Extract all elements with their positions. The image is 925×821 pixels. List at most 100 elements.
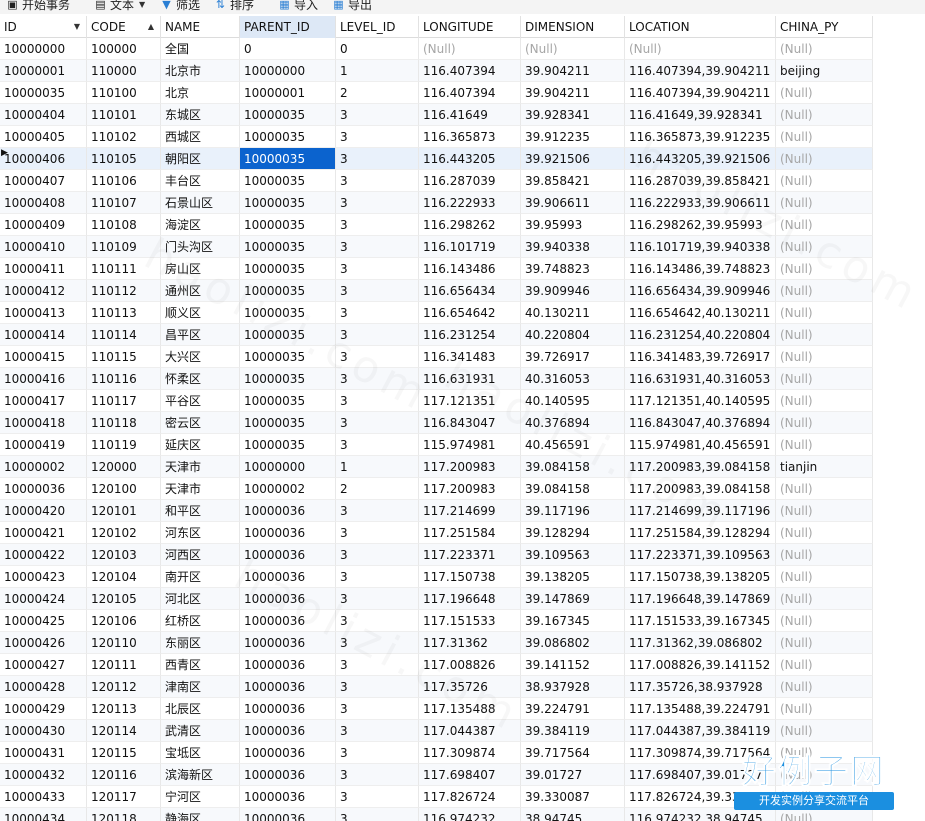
table-cell-dimension[interactable]: 39.912235 [521, 126, 625, 148]
table-cell-dimension[interactable]: 39.141152 [521, 654, 625, 676]
table-cell-longitude[interactable]: 117.151533 [419, 610, 521, 632]
table-cell-id[interactable]: 10000411 [0, 258, 87, 280]
table-cell-code[interactable]: 110113 [87, 302, 161, 324]
table-cell-longitude[interactable]: 117.223371 [419, 544, 521, 566]
table-cell-id[interactable]: 10000035 [0, 82, 87, 104]
table-cell-code[interactable]: 110102 [87, 126, 161, 148]
table-cell-dimension[interactable]: 39.906611 [521, 192, 625, 214]
table-cell-china-py[interactable]: (Null) [776, 390, 873, 412]
table-cell-name[interactable]: 通州区 [161, 280, 240, 302]
table-cell-dimension[interactable]: 39.224791 [521, 698, 625, 720]
table-row[interactable]: 10000416 110116 怀柔区 10000035 3 116.631931 40.3… [0, 368, 873, 390]
table-cell-name[interactable]: 石景山区 [161, 192, 240, 214]
table-cell-longitude[interactable]: 116.287039 [419, 170, 521, 192]
table-cell-dimension[interactable]: 39.921506 [521, 148, 625, 170]
table-row[interactable]: 10000422 120103 河西区 10000036 3 117.223371 39.1… [0, 544, 873, 566]
table-cell-parent-id[interactable]: 10000035 [240, 104, 336, 126]
table-cell-dimension[interactable]: 39.138205 [521, 566, 625, 588]
table-cell-code[interactable]: 110106 [87, 170, 161, 192]
table-cell-level-id[interactable]: 3 [336, 676, 419, 698]
table-cell-name[interactable]: 滨海新区 [161, 764, 240, 786]
table-cell-parent-id[interactable]: 10000035 [240, 302, 336, 324]
table-cell-code[interactable]: 110116 [87, 368, 161, 390]
table-cell-china-py[interactable]: beijing [776, 60, 873, 82]
table-cell-dimension[interactable]: 40.376894 [521, 412, 625, 434]
table-cell-level-id[interactable]: 3 [336, 786, 419, 808]
table-cell-china-py[interactable]: (Null) [776, 434, 873, 456]
table-cell-name[interactable]: 平谷区 [161, 390, 240, 412]
table-cell-code[interactable]: 120110 [87, 632, 161, 654]
table-cell-longitude[interactable]: 117.150738 [419, 566, 521, 588]
table-cell-code[interactable]: 110109 [87, 236, 161, 258]
table-cell-code[interactable]: 110107 [87, 192, 161, 214]
table-cell-longitude[interactable]: 117.008826 [419, 654, 521, 676]
table-cell-id[interactable]: 10000413 [0, 302, 87, 324]
table-cell-level-id[interactable]: 3 [336, 808, 419, 821]
table-cell-dimension[interactable]: 40.456591 [521, 434, 625, 456]
table-cell-code[interactable]: 120111 [87, 654, 161, 676]
table-cell-dimension[interactable]: 39.940338 [521, 236, 625, 258]
table-row[interactable]: 10000406 110105 朝阳区 10000035 3 116.443205 39.9… [0, 148, 873, 170]
column-header-code[interactable]: CODE ▲ [87, 16, 161, 38]
table-cell-level-id[interactable]: 0 [336, 38, 419, 60]
table-cell-dimension[interactable]: 39.167345 [521, 610, 625, 632]
table-cell-longitude[interactable]: (Null) [419, 38, 521, 60]
table-row[interactable]: 10000429 120113 北辰区 10000036 3 117.135488 39.2… [0, 698, 873, 720]
table-cell-china-py[interactable]: (Null) [776, 566, 873, 588]
table-cell-parent-id[interactable]: 10000036 [240, 808, 336, 821]
table-cell-id[interactable]: 10000409 [0, 214, 87, 236]
table-cell-name[interactable]: 天津市 [161, 478, 240, 500]
table-cell-parent-id[interactable]: 10000036 [240, 544, 336, 566]
begin-transaction-button[interactable]: ▣ 开始事务 [6, 0, 70, 14]
table-cell-id[interactable]: 10000431 [0, 742, 87, 764]
table-cell-dimension[interactable]: (Null) [521, 38, 625, 60]
table-cell-name[interactable]: 和平区 [161, 500, 240, 522]
table-cell-dimension[interactable]: 39.726917 [521, 346, 625, 368]
table-cell-location[interactable]: 116.101719,39.940338 [625, 236, 776, 258]
text-button[interactable]: ▤ 文本 ▼ [94, 0, 145, 14]
table-cell-location[interactable]: 116.231254,40.220804 [625, 324, 776, 346]
table-cell-dimension[interactable]: 39.95993 [521, 214, 625, 236]
table-row[interactable]: 10000425 120106 红桥区 10000036 3 117.151533 39.1… [0, 610, 873, 632]
table-cell-level-id[interactable]: 1 [336, 456, 419, 478]
table-cell-location[interactable]: 117.35726,38.937928 [625, 676, 776, 698]
table-row[interactable]: 10000413 110113 顺义区 10000035 3 116.654642 40.1… [0, 302, 873, 324]
table-cell-parent-id[interactable]: 10000035 [240, 346, 336, 368]
table-cell-code[interactable]: 110112 [87, 280, 161, 302]
table-cell-china-py[interactable]: (Null) [776, 104, 873, 126]
table-cell-id[interactable]: 10000423 [0, 566, 87, 588]
column-header-parent-id[interactable]: PARENT_ID [240, 16, 336, 38]
table-row[interactable]: 10000426 120110 东丽区 10000036 3 117.31362 39.08… [0, 632, 873, 654]
table-cell-china-py[interactable]: (Null) [776, 170, 873, 192]
import-button[interactable]: ▦ 导入 [278, 0, 318, 14]
table-cell-china-py[interactable]: (Null) [776, 478, 873, 500]
table-cell-level-id[interactable]: 3 [336, 720, 419, 742]
table-cell-name[interactable]: 大兴区 [161, 346, 240, 368]
table-cell-parent-id[interactable]: 0 [240, 38, 336, 60]
table-cell-longitude[interactable]: 116.341483 [419, 346, 521, 368]
table-cell-parent-id[interactable]: 10000035 [240, 324, 336, 346]
table-cell-location[interactable]: 117.31362,39.086802 [625, 632, 776, 654]
table-cell-level-id[interactable]: 3 [336, 412, 419, 434]
table-cell-id[interactable]: 10000433 [0, 786, 87, 808]
table-cell-level-id[interactable]: 3 [336, 434, 419, 456]
table-cell-parent-id[interactable]: 10000002 [240, 478, 336, 500]
table-cell-location[interactable]: 117.121351,40.140595 [625, 390, 776, 412]
table-cell-parent-id[interactable]: 10000036 [240, 654, 336, 676]
table-cell-longitude[interactable]: 117.196648 [419, 588, 521, 610]
table-cell-longitude[interactable]: 116.407394 [419, 60, 521, 82]
table-cell-parent-id[interactable]: 10000035 [240, 434, 336, 456]
filter-button[interactable]: ▼ 筛选 [160, 0, 200, 14]
table-cell-china-py[interactable]: (Null) [776, 236, 873, 258]
table-cell-parent-id[interactable]: 10000035 [240, 368, 336, 390]
table-cell-code[interactable]: 110111 [87, 258, 161, 280]
table-cell-china-py[interactable]: (Null) [776, 632, 873, 654]
table-row[interactable]: 10000409 110108 海淀区 10000035 3 116.298262 39.9… [0, 214, 873, 236]
column-header-id[interactable]: ID ▼ [0, 16, 87, 38]
table-cell-code[interactable]: 110115 [87, 346, 161, 368]
table-row[interactable]: 10000427 120111 西青区 10000036 3 117.008826 39.1… [0, 654, 873, 676]
table-cell-code[interactable]: 120112 [87, 676, 161, 698]
table-cell-dimension[interactable]: 39.717564 [521, 742, 625, 764]
table-row[interactable]: 10000412 110112 通州区 10000035 3 116.656434 39.9… [0, 280, 873, 302]
table-cell-level-id[interactable]: 3 [336, 324, 419, 346]
